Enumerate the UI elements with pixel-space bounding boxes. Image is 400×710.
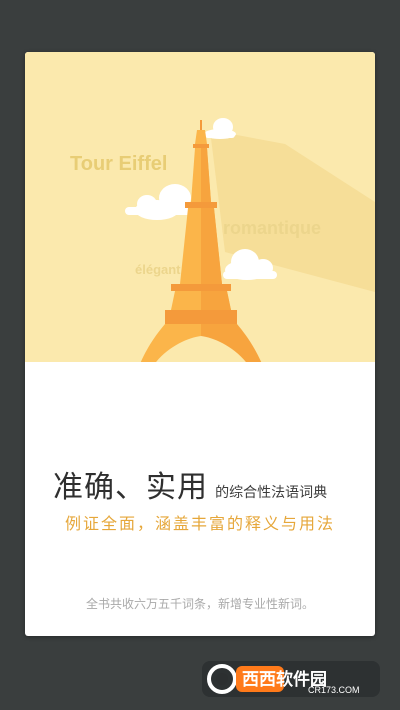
- elegant-text: élégant: [135, 262, 181, 277]
- headline-sub: 的综合性法语词典: [215, 485, 328, 501]
- intro-card: Tour Eiffel romantique élégant 准确、实用 的综合…: [25, 52, 375, 636]
- headline-main: 准确、实用: [53, 470, 208, 505]
- footer-note: 全书共收六万五千词条，新增专业性新词。: [85, 597, 314, 611]
- eiffel-tower-illustration: Tour Eiffel romantique élégant: [25, 52, 375, 362]
- site-watermark: 西西软件园 CR173.COM: [202, 661, 380, 697]
- romantique-text: romantique: [223, 218, 321, 238]
- tour-eiffel-text: Tour Eiffel: [70, 153, 167, 175]
- headline: 准确、实用 的综合性法语词典: [53, 462, 373, 506]
- watermark-url: CR173.COM: [308, 685, 360, 695]
- tagline: 例证全面，涵盖丰富的释义与用法: [64, 514, 335, 533]
